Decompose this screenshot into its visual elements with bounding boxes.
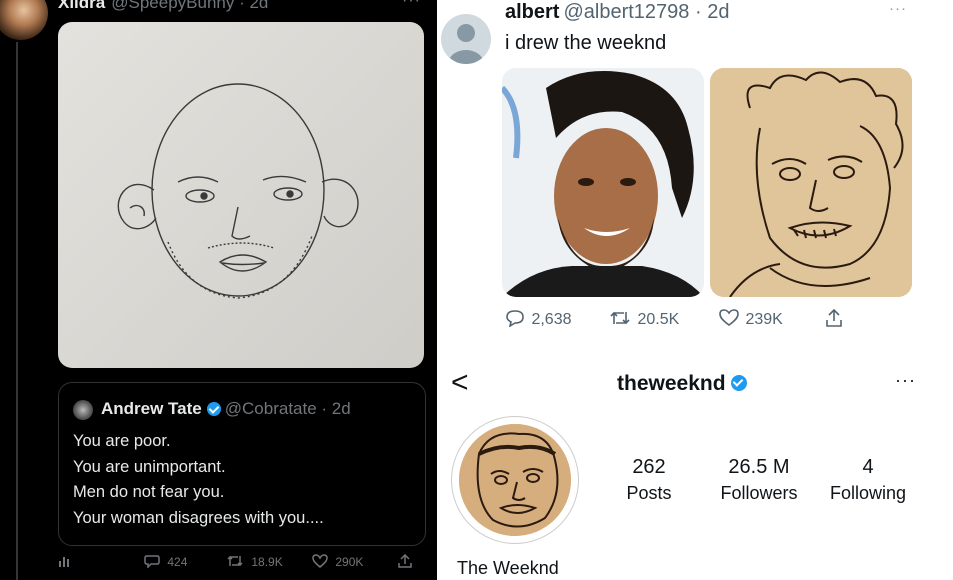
reply-button[interactable]: 2,638: [505, 309, 572, 329]
right-panel: albert @albert12798 · 2d ··· i drew the w…: [437, 0, 953, 580]
more-options-icon[interactable]: ···: [889, 0, 907, 17]
analytics-icon[interactable]: [58, 554, 72, 568]
tweet-text: i drew the weeknd: [505, 32, 667, 54]
quoted-tweet-header: Andrew Tate @Cobratate · 2d: [101, 399, 351, 419]
stat-value: 262: [632, 456, 666, 478]
verified-badge-icon: [206, 402, 221, 416]
heart-icon: [312, 554, 328, 568]
quoted-tweet-text: You are poor. You are unimportant. Men d…: [73, 429, 324, 531]
tweet-header: albert @albert12798 · 2d: [505, 1, 729, 24]
profile-avatar-image: [459, 424, 571, 536]
like-button[interactable]: 239K: [719, 309, 783, 329]
stat-following[interactable]: 4 Following: [823, 456, 913, 504]
portrait-photo-image: [502, 68, 704, 297]
reply-icon: [506, 310, 524, 327]
author-handle[interactable]: @albert12798 · 2d: [563, 1, 729, 23]
stat-value: 26.5 M: [728, 456, 790, 478]
verified-badge-icon: [730, 375, 747, 391]
stat-label: Posts: [626, 483, 672, 503]
quoted-line: Your woman disagrees with you....: [73, 508, 324, 527]
like-button[interactable]: 290K: [312, 554, 363, 569]
like-count: 239K: [745, 311, 783, 328]
tweet-header: Xiidra @SpeepyBunny · 2d: [58, 0, 268, 13]
tweet-image-photo[interactable]: [502, 68, 704, 297]
tweet-image-drawing[interactable]: [58, 22, 424, 368]
sketch-drawing-image: [710, 68, 912, 297]
author-handle[interactable]: @SpeepyBunny · 2d: [111, 0, 268, 12]
author-name[interactable]: Xiidra: [58, 0, 105, 12]
reply-icon: [144, 555, 160, 568]
author-name[interactable]: albert: [505, 1, 559, 23]
like-count: 290K: [335, 555, 364, 569]
quoted-author-name[interactable]: Andrew Tate: [101, 399, 202, 418]
tweet-image-sketch[interactable]: [710, 68, 912, 297]
profile-display-name: The Weeknd: [457, 558, 559, 578]
face-sketch-image: [117, 83, 359, 299]
reply-button[interactable]: 424: [144, 554, 187, 569]
profile-sketch-image: [459, 424, 571, 536]
thread-line: [16, 42, 18, 580]
profile-more-icon[interactable]: ···: [895, 370, 916, 391]
left-tweet-panel: Xiidra @SpeepyBunny · 2d ··· Andrew Tate…: [0, 0, 437, 580]
retweet-count: 18.9K: [251, 555, 283, 569]
retweet-button[interactable]: 18.9K: [226, 554, 283, 569]
user-placeholder-icon: [441, 14, 491, 64]
share-icon[interactable]: [825, 309, 843, 327]
reply-count: 2,638: [531, 311, 572, 328]
profile-avatar[interactable]: [451, 416, 579, 544]
quoted-line: Men do not fear you.: [73, 483, 225, 501]
profile-username: theweeknd: [617, 372, 747, 396]
quoted-line: You are unimportant.: [73, 457, 226, 476]
retweet-count: 20.5K: [637, 311, 680, 328]
stat-value: 4: [862, 456, 874, 478]
heart-icon: [719, 309, 739, 326]
quoted-line: You are poor.: [73, 432, 171, 450]
quoted-author-handle: @Cobratate · 2d: [224, 399, 351, 418]
stat-label: Followers: [720, 483, 798, 503]
retweet-icon: [610, 311, 630, 325]
back-arrow-icon[interactable]: <: [451, 366, 469, 400]
more-options-icon[interactable]: ···: [402, 0, 421, 10]
stat-label: Following: [829, 483, 907, 503]
retweet-icon: [227, 555, 243, 567]
stat-followers[interactable]: 26.5 M Followers: [713, 456, 805, 504]
reply-count: 424: [167, 555, 188, 569]
quoted-tweet[interactable]: Andrew Tate @Cobratate · 2d You are poor.…: [58, 382, 426, 546]
username-text: theweeknd: [617, 372, 726, 395]
default-avatar[interactable]: [441, 4, 491, 74]
retweet-button[interactable]: 20.5K: [609, 309, 679, 329]
share-icon[interactable]: [398, 554, 412, 568]
author-avatar[interactable]: [0, 0, 48, 40]
stat-posts[interactable]: 262 Posts: [619, 456, 679, 504]
quoted-author-avatar[interactable]: [73, 400, 93, 420]
